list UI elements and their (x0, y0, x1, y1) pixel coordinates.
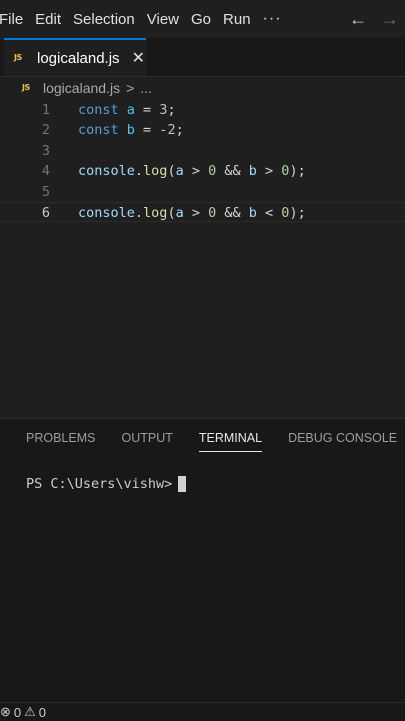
menu-view[interactable]: View (141, 11, 185, 28)
menu-edit[interactable]: Edit (29, 11, 67, 28)
status-bar: ⊗ 0 ⚠ 0 (0, 702, 405, 721)
warning-count[interactable]: 0 (39, 705, 46, 720)
navigation-arrows: ← → (349, 0, 399, 38)
breadcrumb-separator: > (126, 80, 135, 96)
line-code: console.log(a > 0 && b < 0); (78, 205, 306, 221)
line-number: 5 (41, 184, 50, 200)
panel-tabs: PROBLEMS OUTPUT TERMINAL DEBUG CONSOLE (26, 431, 397, 452)
code-line[interactable]: 5 (0, 182, 405, 202)
menu-selection[interactable]: Selection (67, 11, 141, 28)
line-number: 2 (41, 122, 50, 138)
breadcrumb-file[interactable]: logicaland.js (43, 80, 120, 96)
close-icon[interactable]: ✕ (132, 48, 145, 68)
terminal[interactable]: PS C:\Users\vishw> (26, 476, 187, 492)
tab-debug-console[interactable]: DEBUG CONSOLE (288, 431, 397, 452)
tab-output[interactable]: OUTPUT (121, 431, 172, 452)
line-code: const b = -2; (78, 122, 184, 138)
code-line[interactable]: 4 console.log(a > 0 && b > 0); (0, 161, 405, 181)
line-number: 4 (41, 163, 50, 179)
code-line[interactable]: 6 console.log(a > 0 && b < 0); (0, 202, 405, 222)
tab-title: logicaland.js (37, 49, 120, 67)
error-count[interactable]: 0 (14, 705, 21, 720)
editor-tab-bar: JS logicaland.js ✕ (0, 38, 405, 77)
tab-problems[interactable]: PROBLEMS (26, 431, 95, 452)
terminal-prompt: PS C:\Users\vishw> (26, 476, 173, 492)
line-code: console.log(a > 0 && b > 0); (78, 163, 306, 179)
error-icon[interactable]: ⊗ (0, 704, 11, 720)
code-line[interactable]: 3 (0, 141, 405, 161)
forward-arrow-icon[interactable]: → (381, 9, 399, 30)
menu-go[interactable]: Go (185, 11, 217, 28)
code-editor[interactable]: 1 const a = 3; 2 const b = -2; 3 4 console.log… (0, 100, 405, 418)
line-number: 3 (41, 143, 50, 159)
tab-terminal[interactable]: TERMINAL (198, 431, 263, 452)
line-number: 1 (41, 102, 50, 118)
warning-icon[interactable]: ⚠ (24, 704, 36, 720)
code-line[interactable]: 2 const b = -2; (0, 120, 405, 140)
menu-run[interactable]: Run (217, 11, 257, 28)
javascript-file-icon: JS (22, 83, 30, 92)
javascript-file-icon: JS (14, 53, 22, 62)
line-code: const a = 3; (78, 102, 176, 118)
menu-file[interactable]: File (0, 11, 29, 28)
bottom-panel: PROBLEMS OUTPUT TERMINAL DEBUG CONSOLE P… (0, 419, 405, 702)
tab-logicaland-js[interactable]: JS logicaland.js ✕ (4, 38, 146, 76)
line-number: 6 (41, 205, 50, 221)
more-menu-icon[interactable]: ··· (257, 10, 288, 28)
code-line[interactable]: 1 const a = 3; (0, 100, 405, 120)
breadcrumb-symbols[interactable]: ... (140, 80, 152, 96)
back-arrow-icon[interactable]: ← (349, 9, 367, 30)
terminal-cursor (178, 476, 187, 492)
menu-bar: File Edit Selection View Go Run ··· ← → (0, 0, 405, 38)
breadcrumb: JS logicaland.js > ... (0, 76, 405, 100)
